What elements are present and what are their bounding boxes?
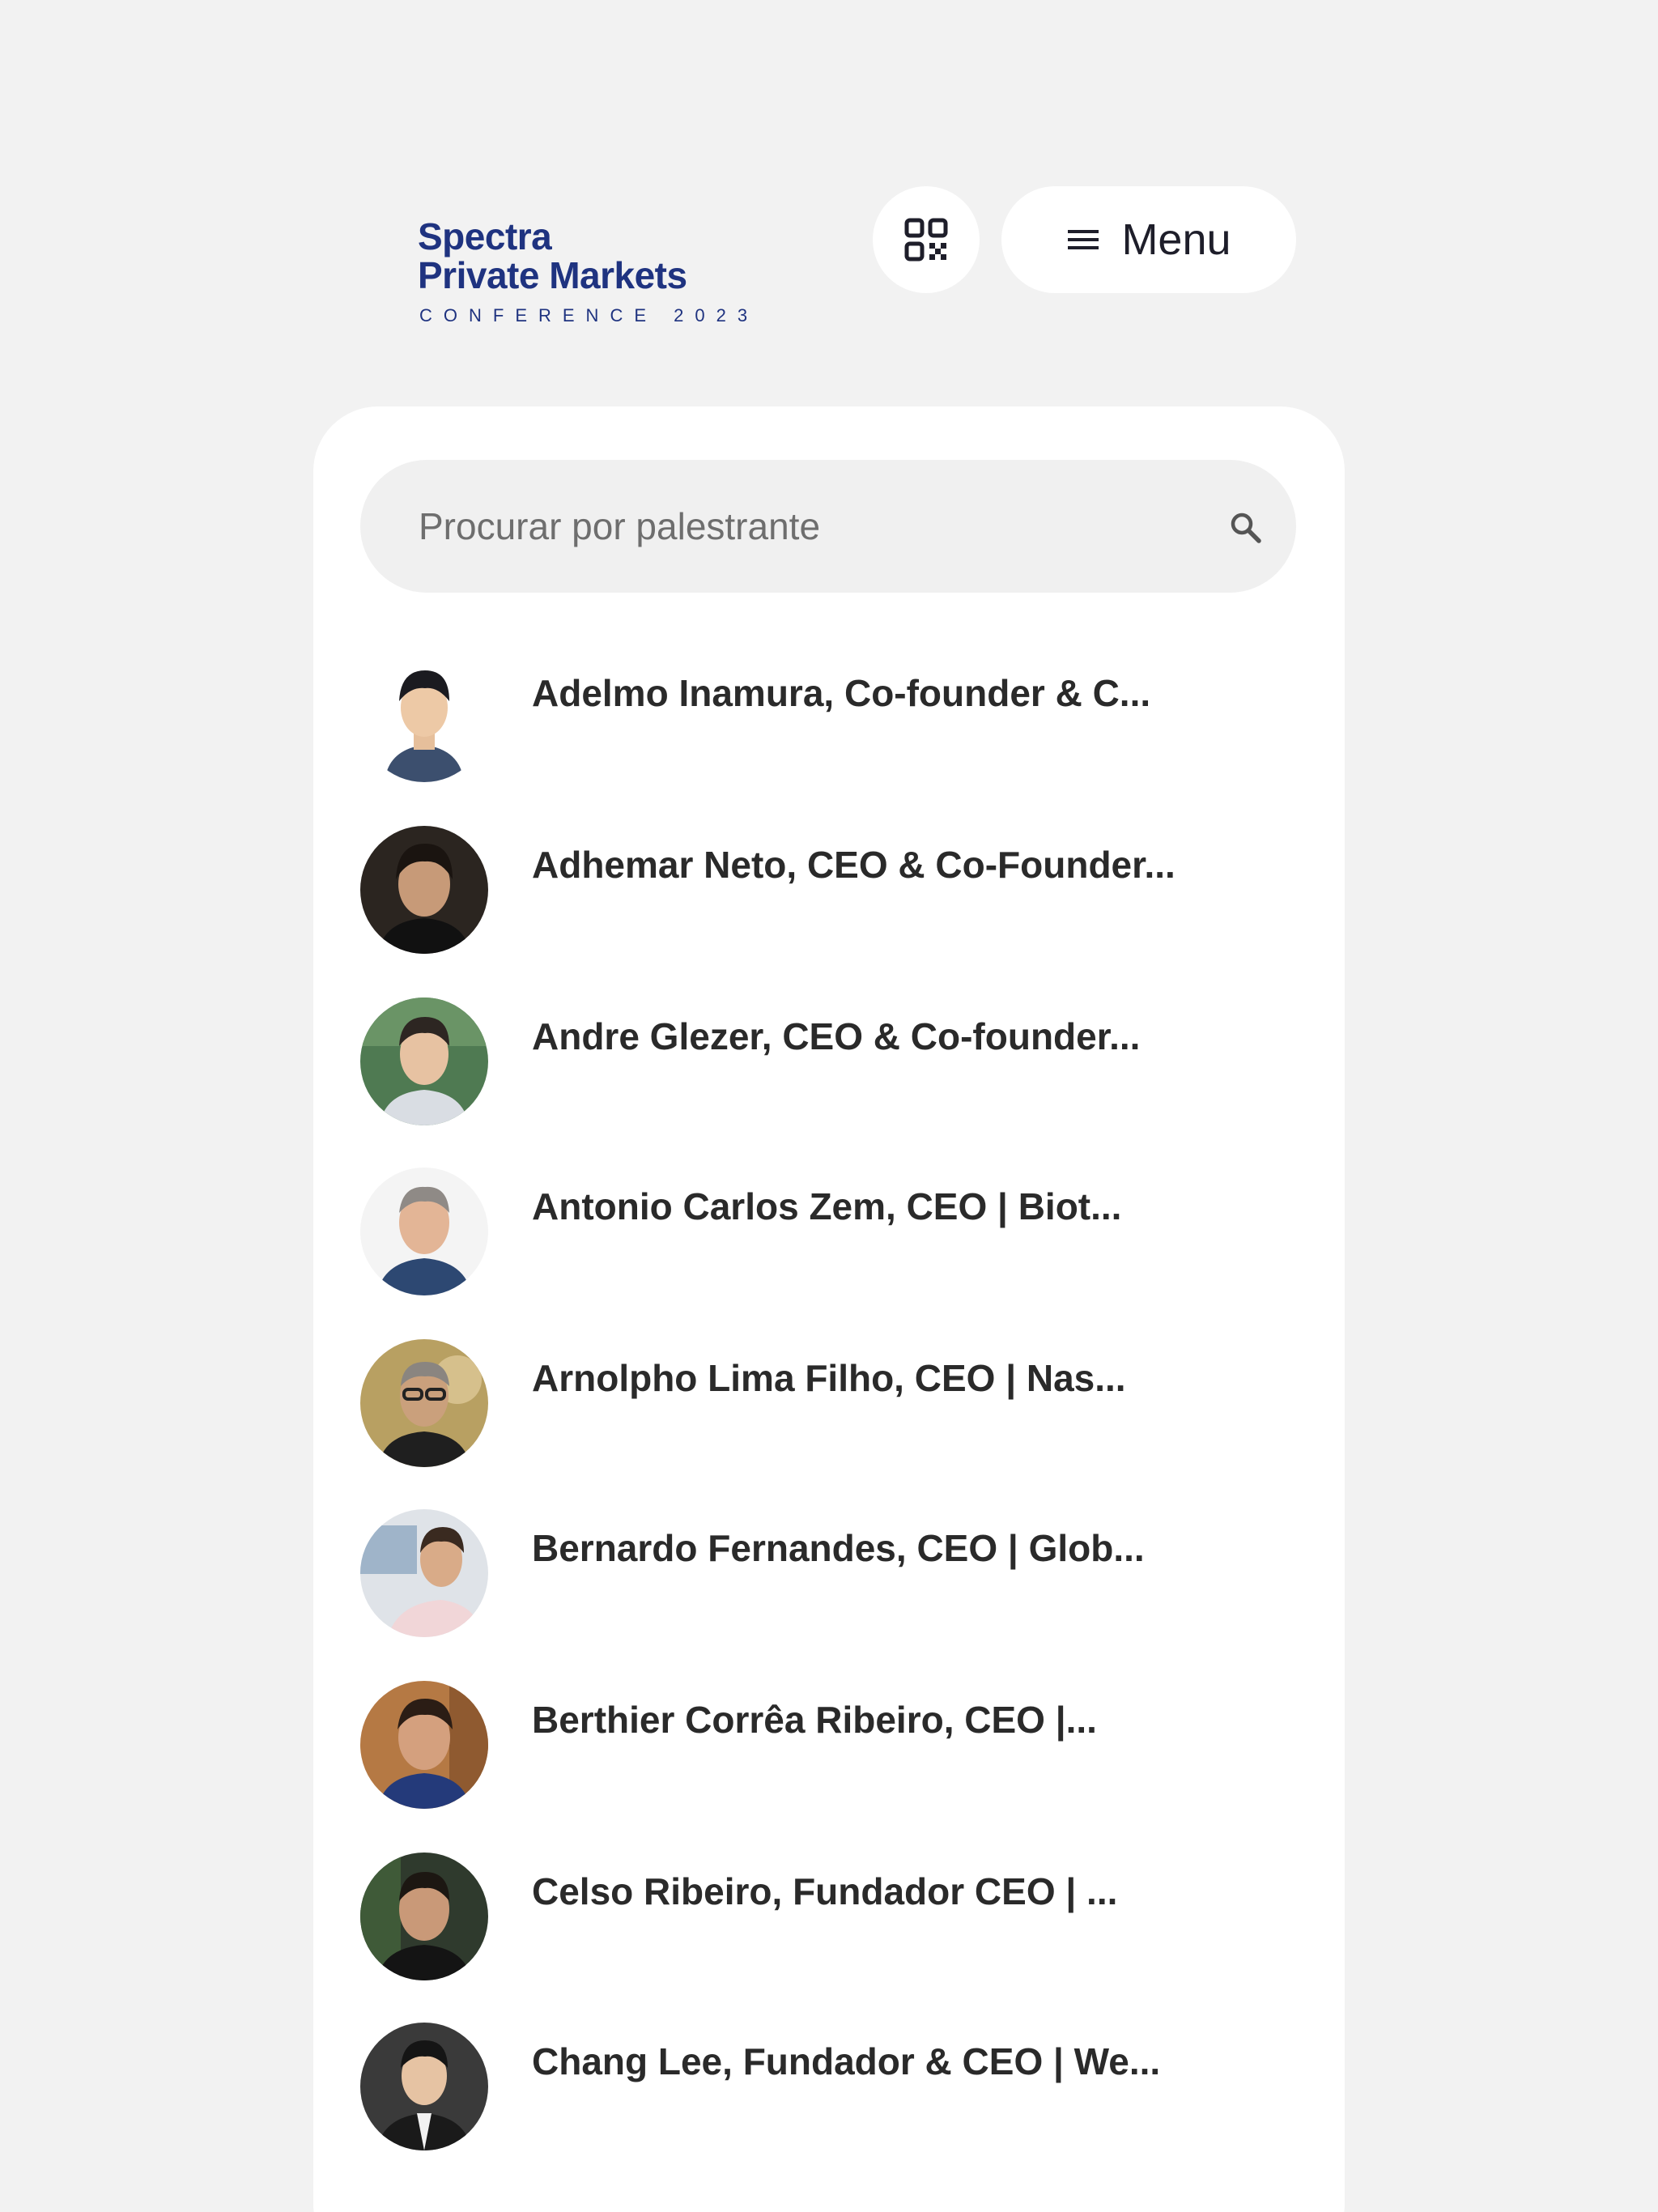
speaker-avatar <box>360 1681 488 1809</box>
search-bar[interactable] <box>360 460 1296 593</box>
speaker-avatar <box>360 654 488 782</box>
speaker-avatar <box>360 1168 488 1295</box>
speaker-avatar <box>360 1339 488 1467</box>
speaker-avatar <box>360 1509 488 1637</box>
search-icon[interactable] <box>1228 510 1264 546</box>
speaker-list-item[interactable]: Andre Glezer, CEO & Co-founder... <box>360 998 1296 1127</box>
conference-logo[interactable]: Spectra Private Markets CONFERENCE 2023 <box>418 215 747 338</box>
logo-line-2: Private Markets <box>418 254 687 296</box>
speaker-name: Chang Lee, Fundador & CEO | We... <box>532 2040 1161 2082</box>
menu-button[interactable]: Menu <box>1001 186 1296 293</box>
speaker-name: Bernardo Fernandes, CEO | Glob... <box>532 1527 1145 1569</box>
speaker-list-item[interactable]: Chang Lee, Fundador & CEO | We... <box>360 2023 1296 2152</box>
menu-button-label: Menu <box>1121 215 1231 264</box>
speakers-card: Adelmo Inamura, Co-founder & C... Adhema… <box>313 406 1345 2212</box>
speaker-name: Berthier Corrêa Ribeiro, CEO |... <box>532 1699 1097 1741</box>
speaker-name: Celso Ribeiro, Fundador CEO | ... <box>532 1870 1118 1912</box>
speaker-name: Adelmo Inamura, Co-founder & C... <box>532 672 1151 714</box>
speaker-list-item[interactable]: Arnolpho Lima Filho, CEO | Nas... <box>360 1339 1296 1469</box>
search-input[interactable] <box>360 460 1170 593</box>
speaker-name: Antonio Carlos Zem, CEO | Biot... <box>532 1185 1122 1227</box>
speaker-avatar <box>360 998 488 1125</box>
logo-line-1: Spectra <box>418 215 552 257</box>
speaker-avatar <box>360 2023 488 2150</box>
page: Spectra Private Markets CONFERENCE 2023 … <box>0 0 1658 2212</box>
logo-line-3: CONFERENCE 2023 <box>419 305 759 325</box>
speaker-avatar <box>360 826 488 954</box>
speaker-avatar <box>360 1853 488 1980</box>
speaker-list-item[interactable]: Bernardo Fernandes, CEO | Glob... <box>360 1509 1296 1639</box>
speaker-list-item[interactable]: Antonio Carlos Zem, CEO | Biot... <box>360 1168 1296 1297</box>
speaker-name: Arnolpho Lima Filho, CEO | Nas... <box>532 1357 1126 1399</box>
hamburger-menu-icon <box>1068 230 1099 249</box>
qr-code-icon <box>904 218 948 262</box>
speaker-list-item[interactable]: Berthier Corrêa Ribeiro, CEO |... <box>360 1681 1296 1810</box>
qr-code-button[interactable] <box>873 186 980 293</box>
speaker-name: Adhemar Neto, CEO & Co-Founder... <box>532 844 1175 886</box>
speaker-list-item[interactable]: Adhemar Neto, CEO & Co-Founder... <box>360 826 1296 955</box>
speaker-list-item[interactable]: Adelmo Inamura, Co-founder & C... <box>360 654 1296 784</box>
speaker-list-item[interactable]: Celso Ribeiro, Fundador CEO | ... <box>360 1853 1296 1982</box>
speaker-name: Andre Glezer, CEO & Co-founder... <box>532 1015 1141 1057</box>
